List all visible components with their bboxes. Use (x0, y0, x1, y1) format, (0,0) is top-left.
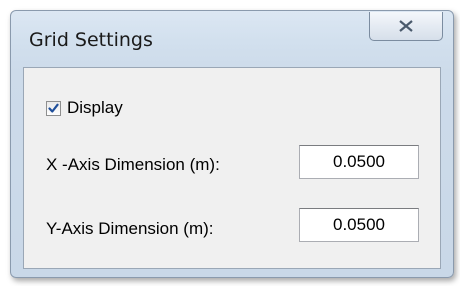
y-axis-dimension-input[interactable] (299, 208, 419, 242)
display-checkbox[interactable] (46, 99, 61, 118)
dialog-content: Display X -Axis Dimension (m): Y-Axis Di… (23, 67, 441, 269)
y-axis-label: Y-Axis Dimension (m): (46, 219, 214, 238)
display-checkbox-row[interactable]: Display (46, 98, 123, 118)
close-icon (399, 20, 413, 32)
x-axis-dimension-input[interactable] (299, 145, 419, 179)
grid-settings-dialog: Grid Settings Display X -Axis Dimension … (10, 10, 454, 278)
display-label: Display (67, 98, 123, 117)
checkmark-icon (48, 99, 59, 118)
x-axis-label: X -Axis Dimension (m): (46, 155, 220, 174)
close-button[interactable] (369, 12, 443, 41)
dialog-title: Grid Settings (29, 29, 153, 51)
